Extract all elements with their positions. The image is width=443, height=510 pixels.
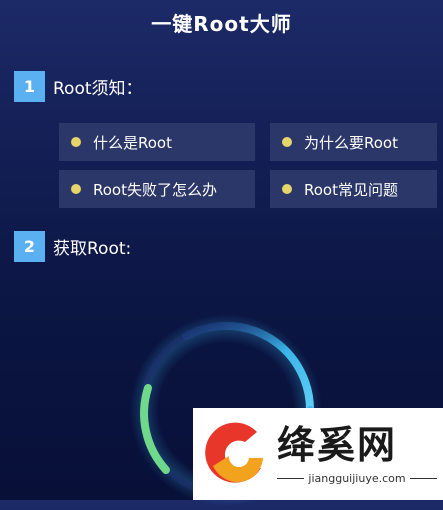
section-number-1: 1 [14, 71, 45, 102]
watermark-logo-icon [205, 422, 263, 483]
faq-label: Root常见问题 [304, 180, 398, 199]
faq-common-questions-button[interactable]: Root常见问题 [270, 170, 437, 208]
app-title: 一键Root大师 [151, 11, 292, 36]
watermark-name: 绛奚网 [277, 423, 398, 467]
section-root-notice: 1 Root须知： [14, 71, 143, 102]
section-get-root: 2 获取Root: [14, 231, 131, 262]
faq-label: Root失败了怎么办 [93, 180, 217, 199]
title-bar: 一键Root大师 [0, 0, 443, 44]
bullet-dot-icon [71, 184, 81, 194]
section-number-2: 2 [14, 231, 45, 262]
bullet-dot-icon [71, 137, 81, 147]
watermark-overlay: 绛奚网 jiangguijiuye.com [193, 408, 443, 500]
watermark-url-text: jiangguijiuye.com [308, 472, 406, 485]
faq-label: 为什么要Root [304, 133, 398, 152]
watermark-url: jiangguijiuye.com [277, 472, 438, 485]
section-title-root-notice: Root须知： [53, 79, 143, 99]
faq-what-is-root-button[interactable]: 什么是Root [59, 123, 255, 161]
bullet-dot-icon [282, 137, 292, 147]
faq-why-root-button[interactable]: 为什么要Root [270, 123, 437, 161]
faq-label: 什么是Root [93, 133, 172, 152]
bullet-dot-icon [282, 184, 292, 194]
faq-root-failed-button[interactable]: Root失败了怎么办 [59, 170, 255, 208]
section-title-get-root: 获取Root: [53, 239, 132, 259]
